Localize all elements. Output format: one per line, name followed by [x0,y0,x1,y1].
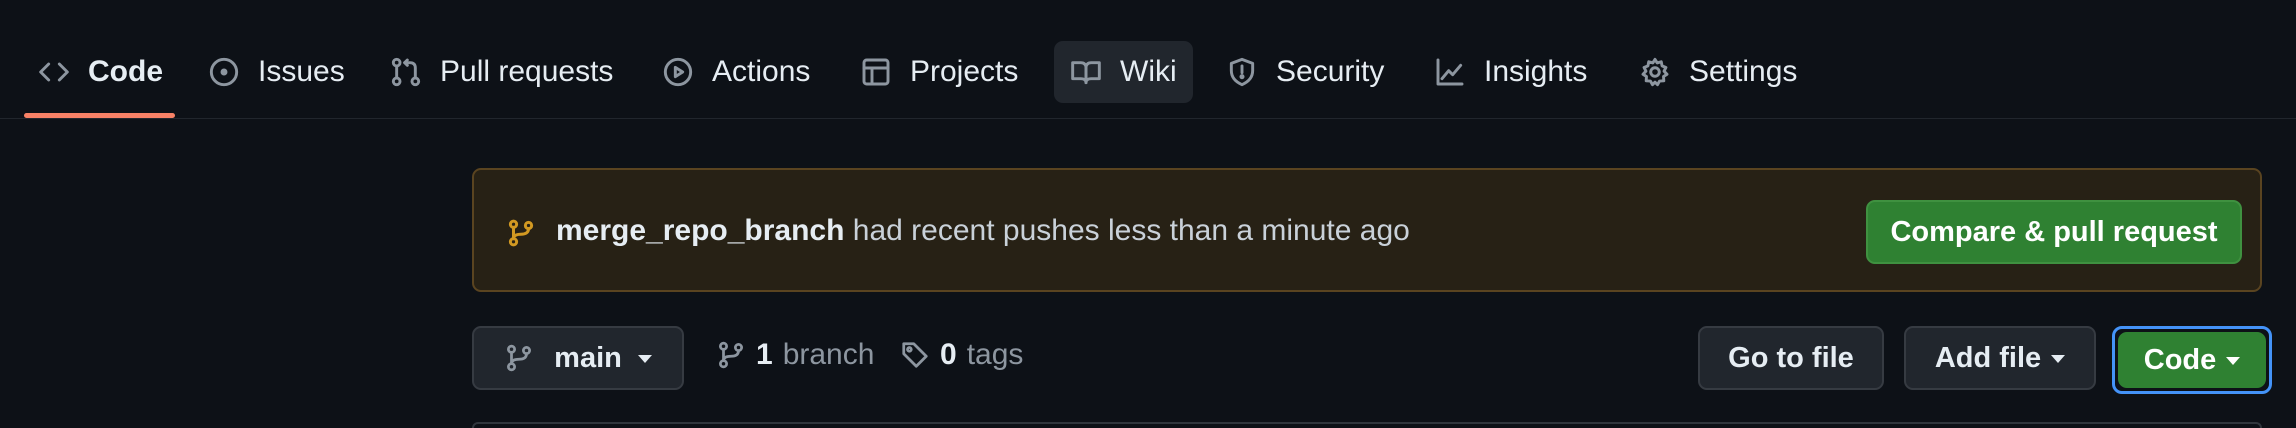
recent-pushes-banner: merge_repo_branch had recent pushes less… [472,168,2262,292]
branch-word: branch [782,338,875,371]
git-branch-icon [719,341,743,369]
chevron-down-icon [2226,357,2241,365]
compare-pull-request-label: Compare & pull request [1890,215,2218,248]
tab-pull-requests-label: Pull requests [440,55,614,88]
tab-settings-label: Settings [1689,55,1798,88]
tag-icon [902,342,928,368]
file-list-top-edge [472,422,2262,428]
table-icon [862,58,890,86]
repo-nav: Code Issues Pull requests Actions Projec… [0,0,2296,119]
tab-insights-label: Insights [1484,55,1588,88]
code-dropdown-label: Code [2143,343,2217,376]
banner-message-text: had recent pushes less than a minute ago [852,214,1410,247]
add-file-label: Add file [1934,341,2042,374]
tab-pull-requests[interactable]: Pull requests [390,41,613,103]
tab-issues-label: Issues [258,55,345,88]
tab-issues[interactable]: Issues [208,41,345,103]
tag-word: tags [966,338,1024,371]
code-icon [39,62,69,82]
code-dropdown-button[interactable]: Code [2118,332,2266,388]
tab-insights[interactable]: Insights [1434,41,1587,103]
add-file-button[interactable]: Add file [1904,326,2096,390]
tab-projects[interactable]: Projects [860,41,1018,103]
tab-security[interactable]: Security [1226,41,1384,103]
tab-actions-label: Actions [712,55,811,88]
shield-icon [1229,57,1255,87]
banner-branch-name[interactable]: merge_repo_branch [556,214,844,247]
branch-selector-label: main [554,341,622,374]
chevron-down-icon [2051,355,2066,363]
play-icon [663,57,693,87]
tag-count: 0 [940,338,957,371]
git-branch-icon [508,219,534,247]
go-to-file-button[interactable]: Go to file [1698,326,1884,390]
banner-message: merge_repo_branch had recent pushes less… [556,214,1410,248]
tab-wiki-label: Wiki [1120,55,1177,88]
chevron-down-icon [637,355,652,363]
git-branch-icon [507,344,532,372]
tab-actions[interactable]: Actions [662,41,810,103]
selected-tab-underline [24,113,175,118]
tab-settings[interactable]: Settings [1639,41,1797,103]
issue-opened-icon [209,57,239,87]
gear-icon [1641,57,1669,87]
git-pull-request-icon [391,57,421,87]
tab-projects-label: Projects [910,55,1019,88]
tab-wiki[interactable]: Wiki [1054,41,1193,103]
tab-code[interactable]: Code [38,41,163,103]
graph-icon [1436,58,1464,86]
tag-count-link[interactable]: 0 tags [900,338,1023,372]
branch-count: 1 [756,338,773,371]
compare-pull-request-button[interactable]: Compare & pull request [1866,200,2242,264]
branch-selector[interactable]: main [472,326,684,390]
branch-count-link[interactable]: 1 branch [716,338,874,372]
book-icon [1071,61,1101,85]
tab-code-label: Code [88,55,163,88]
go-to-file-label: Go to file [1728,341,1854,374]
tab-security-label: Security [1276,55,1385,88]
